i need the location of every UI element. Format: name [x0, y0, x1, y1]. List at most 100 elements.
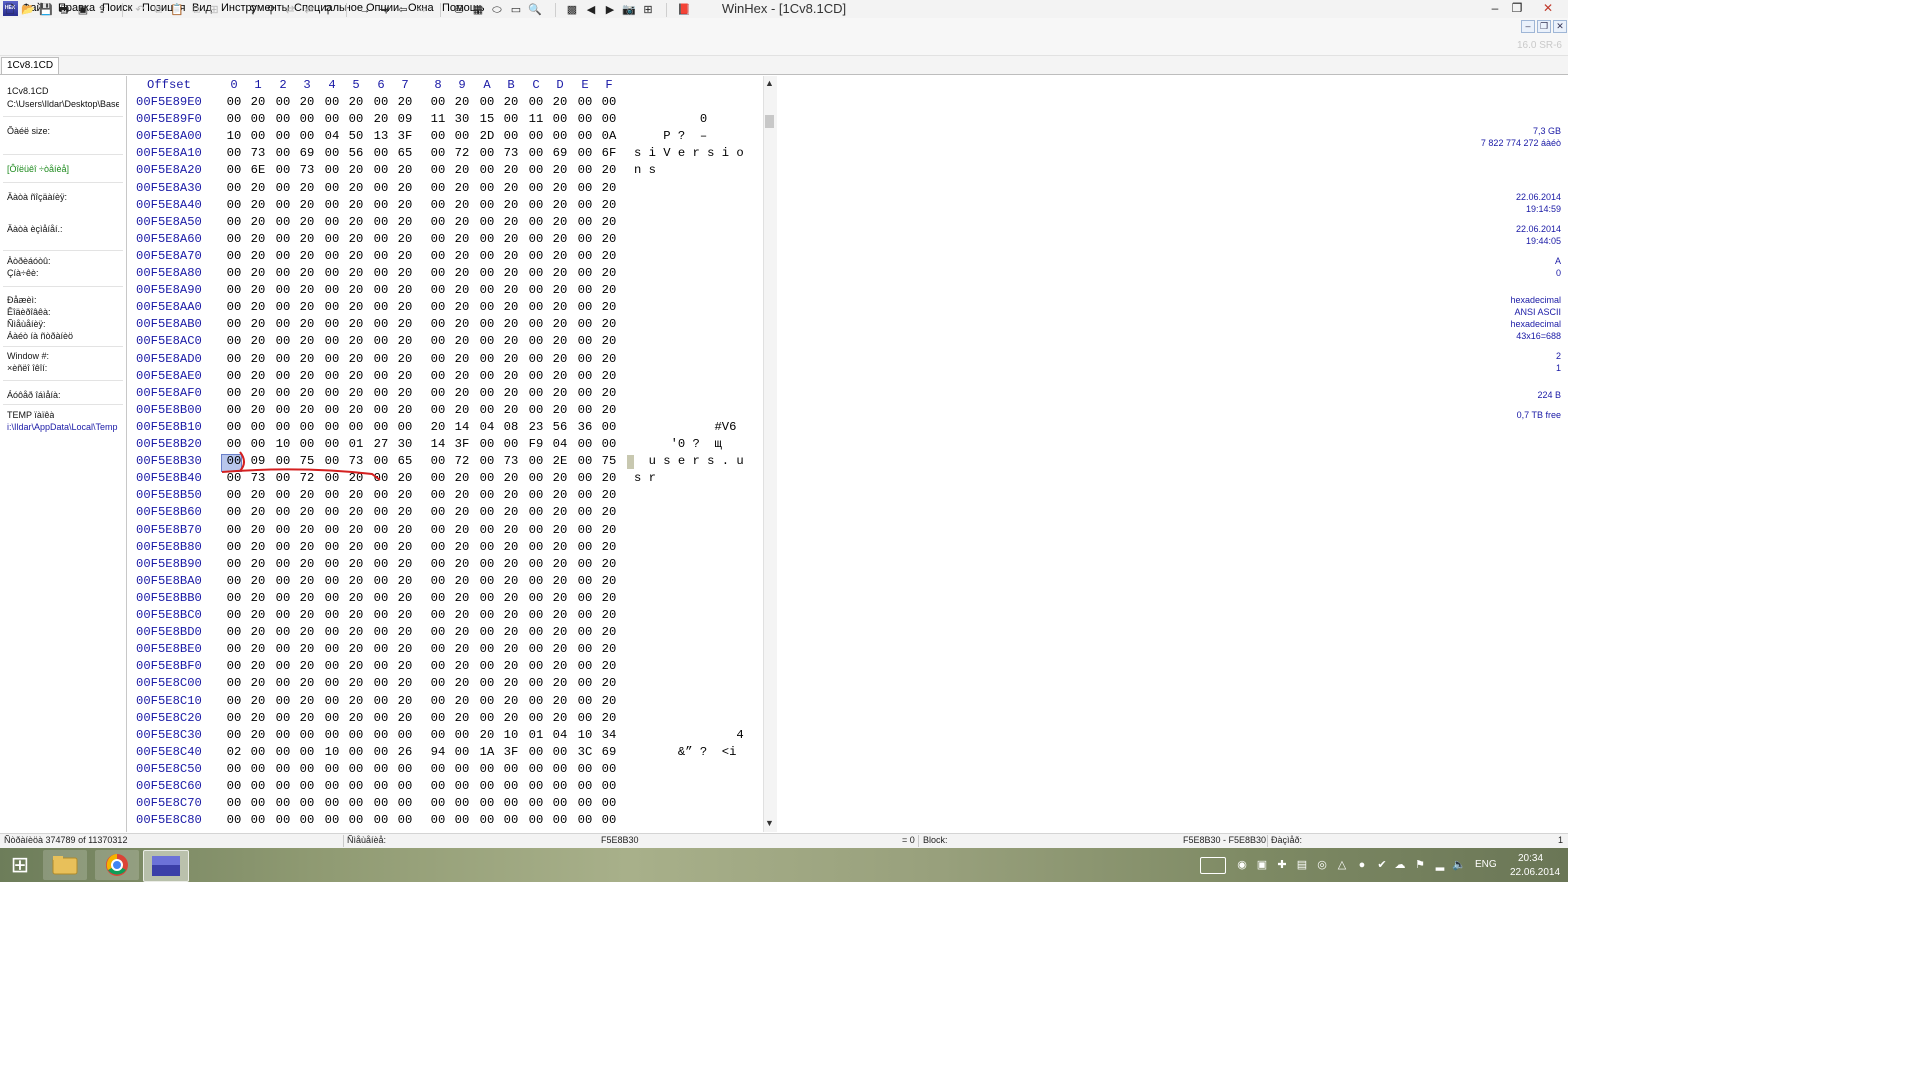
hex-byte[interactable]: 00	[320, 676, 344, 690]
hex-byte[interactable]: 20	[450, 591, 474, 605]
hex-byte[interactable]: 20	[295, 369, 319, 383]
hex-byte[interactable]: 00	[426, 369, 450, 383]
hex-byte[interactable]: 20	[548, 95, 572, 109]
hex-byte[interactable]: 00	[426, 796, 450, 810]
hex-byte[interactable]: 00	[222, 215, 246, 229]
hex-byte[interactable]: 00	[475, 574, 499, 588]
hex-byte[interactable]: 20	[548, 557, 572, 571]
hex-byte[interactable]: 20	[344, 659, 368, 673]
hex-byte[interactable]: 00	[320, 540, 344, 554]
ram-icon[interactable]: ▦	[471, 3, 485, 17]
hex-byte[interactable]: 36	[573, 420, 597, 434]
hex-byte[interactable]: 20	[344, 608, 368, 622]
hex-byte[interactable]: 00	[271, 369, 295, 383]
hex-byte[interactable]: 00	[271, 95, 295, 109]
hex-byte[interactable]: 20	[548, 659, 572, 673]
hex-byte[interactable]: 20	[295, 625, 319, 639]
hex-byte[interactable]: 00	[499, 796, 523, 810]
hex-byte[interactable]: 00	[369, 249, 393, 263]
hex-byte[interactable]: 00	[369, 728, 393, 742]
hex-byte[interactable]: 2D	[475, 129, 499, 143]
hex-byte[interactable]: 00	[271, 300, 295, 314]
hex-byte[interactable]: 20	[499, 591, 523, 605]
hex-byte[interactable]: 00	[271, 694, 295, 708]
hex-byte[interactable]: 00	[426, 266, 450, 280]
hex-byte[interactable]: 00	[369, 505, 393, 519]
hex-byte[interactable]: 00	[369, 540, 393, 554]
hex-byte[interactable]: 00	[369, 352, 393, 366]
hex-byte[interactable]: 00	[320, 232, 344, 246]
hex-byte[interactable]: 00	[369, 266, 393, 280]
hex-byte[interactable]: 00	[271, 232, 295, 246]
hex-byte[interactable]: 20	[393, 386, 417, 400]
hex-byte[interactable]: 20	[597, 300, 621, 314]
hex-byte[interactable]: 00	[222, 334, 246, 348]
hex-row-offset[interactable]: 00F5E8BF0	[136, 659, 202, 673]
hex-byte[interactable]: 20	[344, 625, 368, 639]
hex-byte[interactable]: 20	[597, 198, 621, 212]
scroll-thumb[interactable]	[765, 115, 774, 128]
hex-byte[interactable]: 00	[426, 488, 450, 502]
hex-byte[interactable]: 20	[295, 386, 319, 400]
hex-byte[interactable]: 10	[271, 437, 295, 451]
hex-byte[interactable]: 00	[475, 386, 499, 400]
hex-byte[interactable]: 00	[369, 591, 393, 605]
hex-byte[interactable]: 00	[524, 471, 548, 485]
hex-byte[interactable]: 20	[246, 95, 270, 109]
hex-byte[interactable]: 20	[344, 334, 368, 348]
hex-byte[interactable]: 04	[320, 129, 344, 143]
hex-byte[interactable]: 20	[246, 352, 270, 366]
hex-byte[interactable]: 20	[246, 181, 270, 195]
doc-close-button[interactable]: ✕	[1553, 20, 1567, 33]
hex-byte[interactable]: 00	[320, 591, 344, 605]
hex-byte[interactable]: 20	[450, 488, 474, 502]
hex-byte[interactable]: 20	[548, 163, 572, 177]
hex-byte[interactable]: 00	[271, 591, 295, 605]
hex-byte[interactable]: 00	[271, 813, 295, 827]
hex-byte[interactable]: 00	[222, 352, 246, 366]
hex-byte[interactable]: 20	[295, 232, 319, 246]
hex-row-ascii[interactable]: P ? –	[634, 129, 762, 143]
hex-byte[interactable]: 00	[320, 215, 344, 229]
hex-byte[interactable]: 00	[475, 659, 499, 673]
hex-byte[interactable]: 00	[320, 112, 344, 126]
hex-byte[interactable]: 00	[320, 659, 344, 673]
hex-byte[interactable]: 04	[548, 437, 572, 451]
hex-row-offset[interactable]: 00F5E89F0	[136, 112, 202, 126]
hex-byte[interactable]: 20	[393, 505, 417, 519]
hex-row-offset[interactable]: 00F5E8C50	[136, 762, 202, 776]
hex-byte[interactable]: 00	[450, 796, 474, 810]
hex-byte[interactable]: 00	[295, 420, 319, 434]
hex-byte[interactable]: 20	[548, 249, 572, 263]
hex-byte[interactable]: 20	[450, 659, 474, 673]
hex-byte[interactable]: 00	[573, 386, 597, 400]
hex-byte[interactable]: 20	[246, 608, 270, 622]
hex-byte[interactable]: 20	[246, 540, 270, 554]
hex-byte[interactable]: 00	[573, 403, 597, 417]
hex-byte[interactable]: 20	[344, 386, 368, 400]
hex-byte[interactable]: 00	[524, 317, 548, 331]
hex-byte[interactable]: 20	[246, 386, 270, 400]
hex-byte[interactable]: 20	[344, 232, 368, 246]
hex-byte[interactable]: 00	[222, 642, 246, 656]
hex-byte[interactable]: 00	[597, 796, 621, 810]
hex-byte[interactable]: 00	[426, 540, 450, 554]
hex-byte[interactable]: 20	[344, 523, 368, 537]
hex-byte[interactable]: 00	[573, 317, 597, 331]
clock-time[interactable]: 20:34	[1518, 853, 1543, 864]
hex-byte[interactable]: 09	[393, 112, 417, 126]
hex-byte[interactable]: 00	[426, 249, 450, 263]
hex-byte[interactable]: 20	[548, 386, 572, 400]
hex-byte[interactable]: 00	[271, 488, 295, 502]
hex-byte[interactable]: 00	[573, 334, 597, 348]
hex-byte[interactable]: 00	[222, 181, 246, 195]
hex-row-ascii[interactable]: s r	[634, 471, 762, 485]
hex-row-ascii[interactable]: &” ? <i	[634, 745, 762, 759]
hex-byte[interactable]: 20	[246, 198, 270, 212]
hex-byte[interactable]: 00	[295, 728, 319, 742]
language-indicator[interactable]: ENG	[1475, 859, 1497, 870]
hex-byte[interactable]: 20	[450, 608, 474, 622]
hex-byte[interactable]: 20	[548, 540, 572, 554]
hex-byte[interactable]: 20	[450, 505, 474, 519]
hex-byte[interactable]: 00	[524, 608, 548, 622]
